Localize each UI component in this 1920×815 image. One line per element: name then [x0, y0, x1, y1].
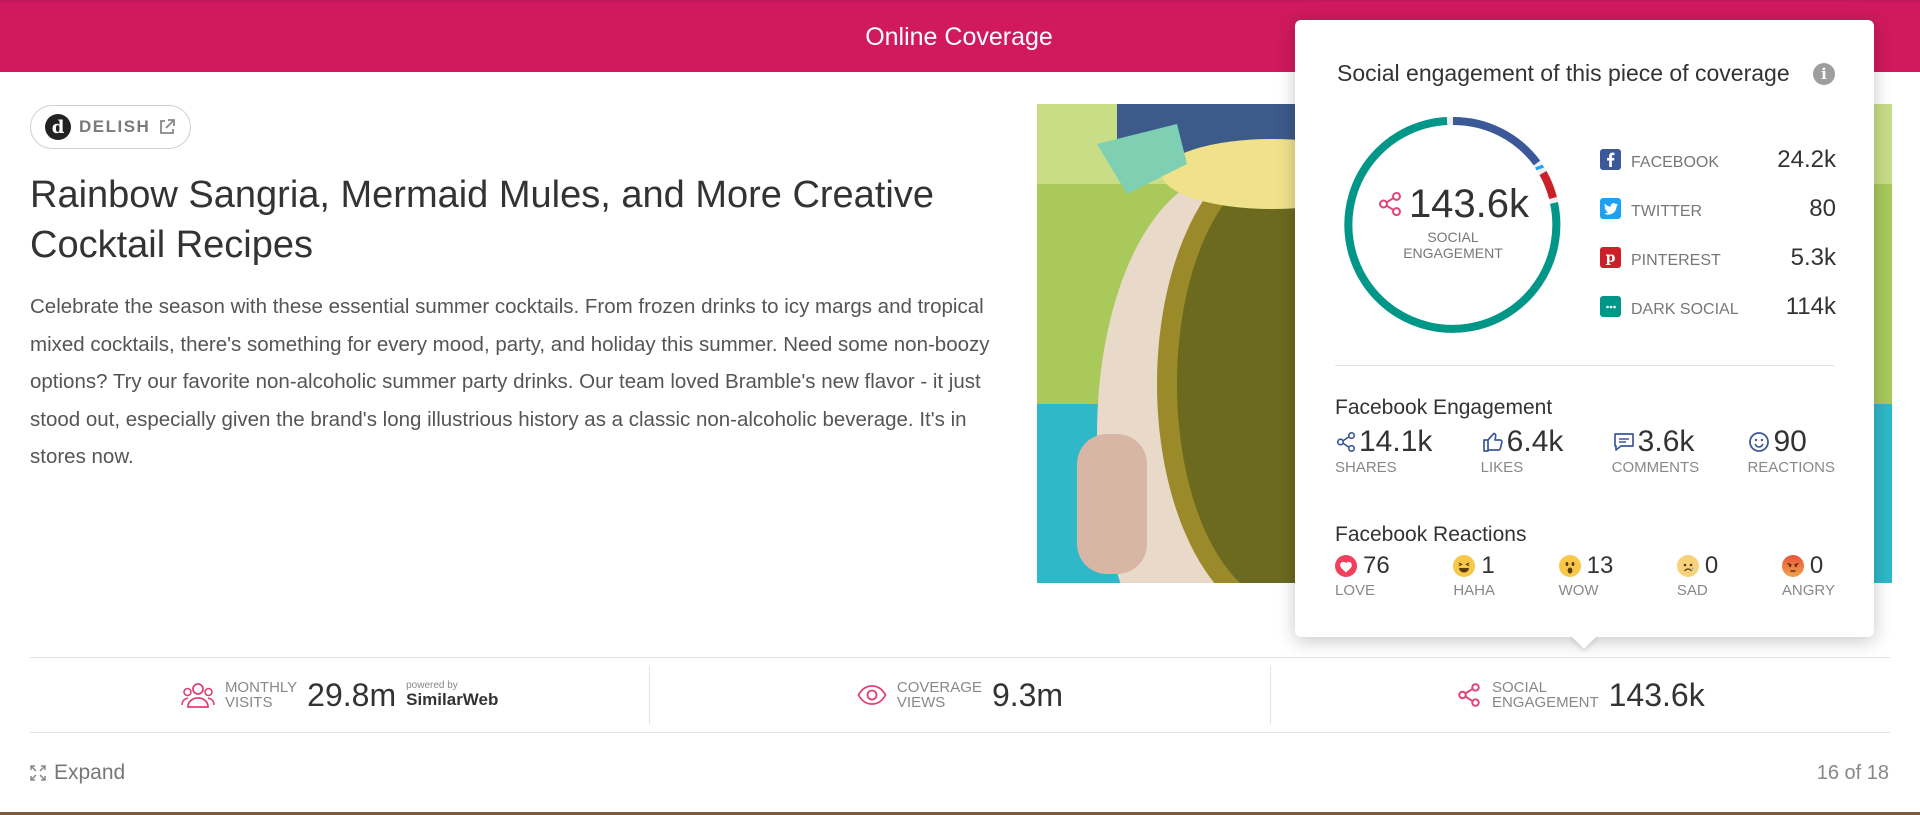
engagement-popup: Social engagement of this piece of cover… — [1295, 20, 1874, 637]
metric-value: 29.8m — [307, 676, 397, 713]
metric-monthly-visits: MONTHLY VISITS 29.8m powered by SimilarW… — [30, 658, 649, 732]
expand-button[interactable]: Expand — [30, 761, 125, 785]
reaction-value: 13 — [1586, 552, 1614, 579]
breakdown-label: DARK SOCIAL — [1631, 300, 1739, 318]
pinterest-icon: p — [1600, 247, 1621, 268]
fb-stat-value: 3.6k — [1637, 425, 1695, 458]
breakdown-value: 114k — [1785, 292, 1836, 320]
metric-value: 143.6k — [1608, 676, 1705, 713]
reaction-label: LOVE — [1335, 582, 1376, 599]
metrics-bar: MONTHLY VISITS 29.8m powered by SimilarW… — [30, 657, 1890, 733]
expand-label: Expand — [54, 761, 126, 784]
twitter-icon — [1600, 198, 1621, 219]
source-logo: d — [45, 114, 71, 140]
breakdown-row-facebook: FACEBOOK 24.2k — [1600, 135, 1836, 184]
similarweb-logo: powered by SimilarWeb — [406, 681, 498, 709]
metric-label-line: COVERAGE — [896, 679, 982, 696]
dark-social-icon — [1600, 296, 1621, 317]
fb-stat-value: 14.1k — [1359, 425, 1433, 458]
reaction-value: 76 — [1363, 552, 1390, 579]
fb-stat-label: COMMENTS — [1611, 459, 1700, 476]
breakdown-row-dark-social: DARK SOCIAL 114k — [1600, 282, 1836, 331]
breakdown-row-twitter: TWITTER 80 — [1600, 184, 1836, 233]
reaction-angry: 0 ANGRY — [1781, 552, 1835, 599]
heart-icon — [1335, 555, 1357, 577]
fb-stat-label: LIKES — [1480, 459, 1524, 476]
metric-label-line: ENGAGEMENT — [1491, 694, 1599, 711]
reaction-label: HAHA — [1453, 582, 1495, 599]
metric-label-line: VIEWS — [896, 694, 946, 711]
reaction-value: 0 — [1809, 552, 1824, 579]
popup-pointer — [1570, 635, 1598, 649]
info-icon[interactable]: i — [1813, 63, 1835, 85]
metric-value: 9.3m — [991, 676, 1064, 713]
thumbs-up-icon — [1482, 432, 1503, 452]
reaction-label: ANGRY — [1781, 582, 1835, 599]
share-icon — [1336, 432, 1356, 452]
share-icon — [1378, 191, 1401, 217]
fb-stat-label: SHARES — [1335, 459, 1397, 476]
fb-stat-shares: 14.1k SHARES — [1335, 425, 1432, 476]
metric-label-line: MONTHLY — [224, 679, 298, 696]
breakdown-value: 24.2k — [1777, 145, 1836, 173]
smiley-icon — [1749, 432, 1770, 452]
breakdown-label: PINTEREST — [1631, 251, 1721, 269]
reaction-love: 76 LOVE — [1335, 552, 1390, 599]
fb-stat-reactions: 90 REACTIONS — [1747, 425, 1835, 476]
facebook-reactions: 76 LOVE 1 HAHA 13 WOW 0 SAD 0 ANGRY — [1335, 552, 1835, 599]
fb-stat-comments: 3.6k COMMENTS — [1612, 425, 1700, 476]
page-title: Online Coverage — [865, 22, 1053, 51]
breakdown-label: FACEBOOK — [1631, 153, 1720, 171]
source-link[interactable]: d DELISH — [30, 105, 192, 149]
reaction-wow: 13 WOW — [1558, 552, 1614, 599]
metric-label-line: VISITS — [224, 694, 273, 711]
eye-icon — [857, 685, 887, 705]
facebook-engagement-stats: 14.1k SHARES 6.4k LIKES 3.6k COMMENTS 90… — [1335, 425, 1835, 476]
breakdown-label: TWITTER — [1631, 202, 1703, 220]
facebook-icon — [1600, 149, 1621, 170]
article-title[interactable]: Rainbow Sangria, Mermaid Mules, and More… — [30, 170, 990, 270]
sad-emoji-icon — [1676, 555, 1699, 577]
popup-title: Social engagement of this piece of cover… — [1337, 60, 1790, 86]
total-engagement-label: SOCIAL ENGAGEMENT — [1403, 228, 1503, 261]
engagement-breakdown: FACEBOOK 24.2k TWITTER 80 p PINTEREST 5.… — [1600, 135, 1836, 331]
source-name: DELISH — [79, 117, 151, 136]
fb-stat-label: REACTIONS — [1747, 459, 1835, 476]
breakdown-value: 80 — [1809, 194, 1836, 222]
reaction-label: SAD — [1676, 582, 1708, 599]
fb-stat-likes: 6.4k LIKES — [1481, 425, 1564, 476]
breakdown-row-pinterest: p PINTEREST 5.3k — [1600, 233, 1836, 282]
facebook-reactions-title: Facebook Reactions — [1335, 523, 1527, 546]
reaction-haha: 1 HAHA — [1453, 552, 1495, 599]
metric-label-line: SOCIAL — [1491, 679, 1547, 696]
angry-emoji-icon — [1781, 555, 1804, 577]
provider-name: SimilarWeb — [406, 690, 499, 709]
donut-center: 143.6k SOCIAL ENGAGEMENT — [1343, 115, 1563, 335]
reaction-value: 0 — [1704, 552, 1719, 579]
breakdown-value: 5.3k — [1790, 243, 1836, 271]
fb-stat-value: 90 — [1773, 425, 1807, 458]
total-engagement-value: 143.6k — [1408, 181, 1530, 226]
pagination-indicator: 16 of 18 — [1816, 762, 1889, 784]
share-icon — [1458, 683, 1480, 707]
article-body: Celebrate the season with these essentia… — [30, 295, 990, 468]
reaction-label: WOW — [1558, 582, 1599, 599]
reaction-sad: 0 SAD — [1676, 552, 1719, 599]
wow-emoji-icon — [1558, 555, 1581, 577]
expand-icon — [30, 765, 46, 781]
metric-label: MONTHLY VISITS — [225, 680, 297, 710]
popup-divider — [1335, 365, 1834, 366]
external-link-icon — [160, 119, 176, 134]
comment-icon — [1613, 433, 1634, 451]
facebook-engagement-title: Facebook Engagement — [1335, 396, 1553, 419]
reaction-value: 1 — [1481, 552, 1495, 579]
haha-emoji-icon — [1453, 555, 1476, 577]
metric-label: SOCIAL ENGAGEMENT — [1492, 680, 1599, 710]
fb-stat-value: 6.4k — [1506, 425, 1564, 458]
users-icon — [181, 683, 215, 708]
metric-social-engagement[interactable]: SOCIAL ENGAGEMENT 143.6k — [1269, 666, 1890, 724]
metric-coverage-views: COVERAGE VIEWS 9.3m — [649, 666, 1269, 724]
metric-label: COVERAGE VIEWS — [897, 680, 982, 710]
